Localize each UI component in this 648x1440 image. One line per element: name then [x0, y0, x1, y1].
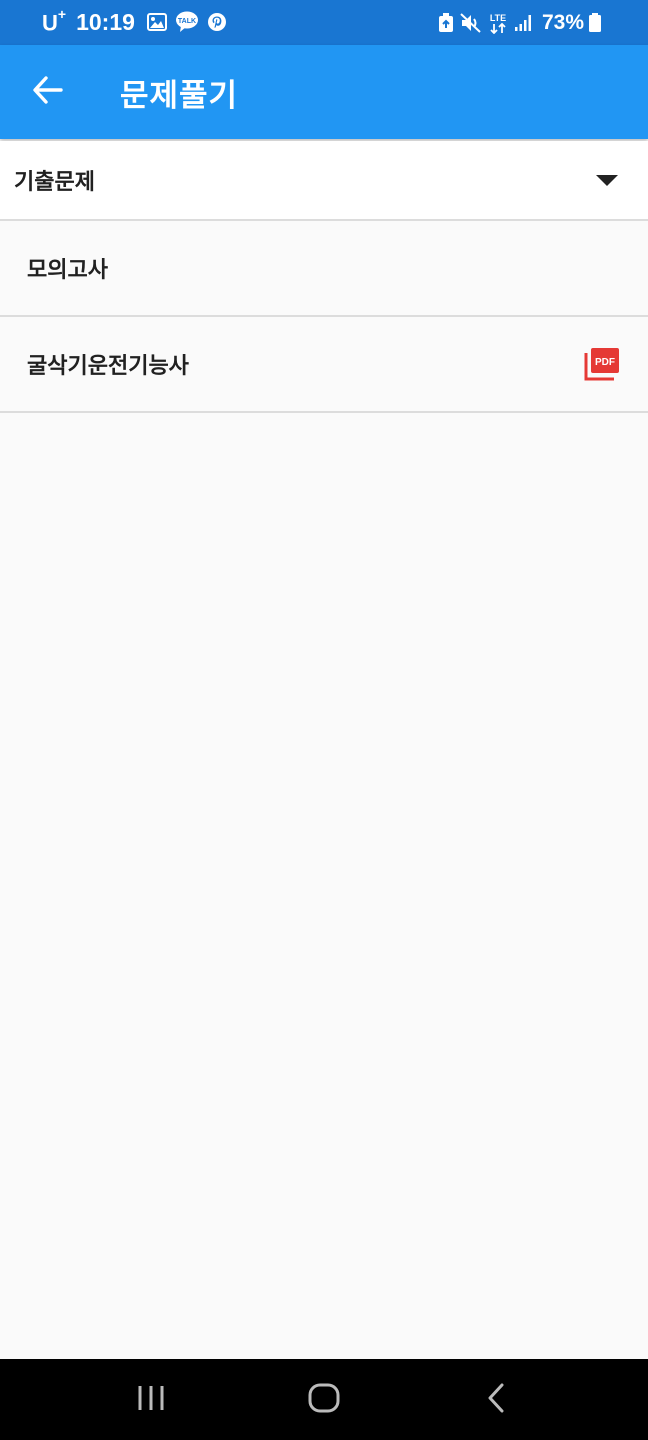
dropdown-arrow-icon	[596, 174, 618, 186]
arrow-left-icon	[32, 76, 64, 108]
exam-list: 모의고사 굴삭기운전기능사 PDF	[0, 221, 648, 413]
status-bar-right: LTE 73%	[438, 11, 608, 35]
svg-text:TALK: TALK	[178, 18, 196, 25]
back-button[interactable]	[0, 45, 96, 139]
list-item-mock-exam[interactable]: 모의고사	[0, 221, 648, 317]
pinterest-icon	[207, 12, 227, 32]
svg-text:PDF: PDF	[595, 357, 615, 368]
battery-icon	[588, 12, 602, 33]
list-item-label: 굴삭기운전기능사	[27, 354, 189, 379]
mute-icon	[460, 12, 482, 33]
home-icon	[308, 1383, 340, 1417]
status-bar: U+ 10:19 TALK LTE 73%	[0, 0, 648, 45]
home-button[interactable]	[284, 1370, 364, 1430]
status-bar-left: U+ 10:19 TALK	[42, 5, 235, 36]
battery-percent: 73%	[541, 10, 584, 34]
page-title: 문제풀기	[120, 77, 239, 114]
status-time: 10:19	[76, 8, 135, 35]
back-nav-button[interactable]	[457, 1370, 537, 1430]
system-nav-bar	[0, 1359, 648, 1440]
recent-apps-button[interactable]	[111, 1370, 191, 1430]
list-item-label: 모의고사	[27, 258, 108, 283]
app-bar: 문제풀기	[0, 45, 648, 139]
category-dropdown[interactable]: 기출문제	[0, 141, 648, 221]
lte-icon: LTE	[488, 12, 508, 34]
kakaotalk-icon: TALK	[175, 11, 199, 33]
back-nav-icon	[486, 1383, 508, 1417]
pdf-icon[interactable]: PDF	[584, 347, 620, 381]
signal-icon	[514, 14, 532, 32]
nfc-icon	[438, 12, 454, 33]
dropdown-selected-value: 기출문제	[14, 170, 95, 195]
list-item-excavator[interactable]: 굴삭기운전기능사 PDF	[0, 317, 648, 413]
gallery-icon	[146, 13, 167, 32]
svg-text:LTE: LTE	[490, 13, 506, 23]
carrier-label: U+	[42, 5, 67, 36]
recent-apps-icon	[136, 1384, 166, 1416]
